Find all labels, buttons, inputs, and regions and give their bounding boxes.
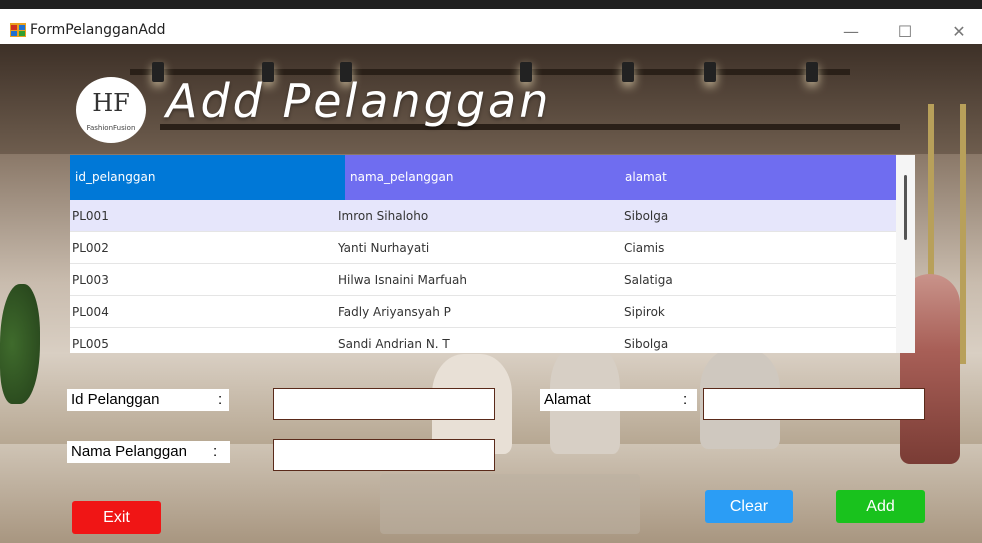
id-pelanggan-label: Id Pelanggan	[67, 389, 229, 411]
window-title: FormPelangganAdd	[30, 22, 166, 38]
nama-label-colon: :	[213, 443, 218, 460]
pelanggan-grid[interactable]: id_pelanggan nama_pelanggan alamat PL001…	[70, 155, 915, 353]
plant-icon	[0, 284, 40, 404]
grid-scrollbar[interactable]	[896, 155, 915, 353]
alamat-label-text: Alamat	[544, 391, 591, 408]
brand-logo: HF FashionFusion	[76, 77, 146, 143]
spotlight-icon	[806, 62, 818, 82]
cell-nama: Fadly Ariyansyah P	[338, 305, 451, 319]
spotlight-icon	[704, 62, 716, 82]
column-header-nama[interactable]: nama_pelanggan	[345, 155, 620, 200]
grid-header: id_pelanggan nama_pelanggan alamat	[70, 155, 896, 200]
column-header-id[interactable]: id_pelanggan	[70, 155, 345, 200]
background-rug	[380, 474, 640, 534]
id-pelanggan-input[interactable]	[273, 388, 495, 420]
cell-id: PL004	[72, 305, 109, 319]
cell-id: PL005	[72, 337, 109, 351]
close-button[interactable]: ✕	[936, 17, 982, 47]
cell-id: PL002	[72, 241, 109, 255]
nama-pelanggan-label: Nama Pelanggan	[67, 441, 230, 463]
cell-alamat: Sibolga	[624, 337, 669, 351]
cell-id: PL001	[72, 209, 109, 223]
exit-button[interactable]: Exit	[72, 501, 161, 534]
nama-pelanggan-input[interactable]	[273, 439, 495, 471]
maximize-button[interactable]: ☐	[882, 17, 928, 47]
scrollbar-thumb[interactable]	[904, 175, 907, 240]
alamat-label: Alamat	[540, 389, 697, 411]
cell-id: PL003	[72, 273, 109, 287]
spotlight-icon	[152, 62, 164, 82]
cell-alamat: Salatiga	[624, 273, 673, 287]
add-button[interactable]: Add	[836, 490, 925, 523]
table-row[interactable]: PL004 Fadly Ariyansyah P Sipirok	[70, 296, 896, 328]
minimize-button[interactable]: —	[828, 17, 874, 47]
form-window: FormPelangganAdd — ☐ ✕ HF FashionFusion …	[0, 0, 982, 543]
cell-nama: Sandi Andrian N. T	[338, 337, 450, 351]
cell-nama: Hilwa Isnaini Marfuah	[338, 273, 467, 287]
spotlight-icon	[622, 62, 634, 82]
table-row[interactable]: PL001 Imron Sihaloho Sibolga	[70, 200, 896, 232]
cell-nama: Yanti Nurhayati	[338, 241, 430, 255]
id-pelanggan-label-text: Id Pelanggan	[71, 391, 160, 408]
logo-mark: HF	[92, 89, 130, 117]
cell-nama: Imron Sihaloho	[338, 209, 429, 223]
cell-alamat: Ciamis	[624, 241, 665, 255]
alamat-label-colon: :	[683, 391, 688, 408]
page-title: Add Pelanggan	[166, 74, 552, 128]
id-label-colon: :	[218, 391, 223, 408]
cell-alamat: Sibolga	[624, 209, 669, 223]
table-row[interactable]: PL002 Yanti Nurhayati Ciamis	[70, 232, 896, 264]
nama-pelanggan-label-text: Nama Pelanggan	[71, 443, 187, 460]
cell-alamat: Sipirok	[624, 305, 665, 319]
app-icon	[10, 23, 26, 37]
logo-text: FashionFusion	[86, 124, 136, 132]
column-header-alamat[interactable]: alamat	[620, 155, 896, 200]
form-client-area: HF FashionFusion Add Pelanggan id_pelang…	[0, 44, 982, 543]
alamat-input[interactable]	[703, 388, 925, 420]
wall-column	[960, 104, 966, 364]
title-bar[interactable]: FormPelangganAdd — ☐ ✕	[0, 0, 982, 44]
table-row[interactable]: PL003 Hilwa Isnaini Marfuah Salatiga	[70, 264, 896, 296]
clear-button[interactable]: Clear	[705, 490, 793, 523]
table-row[interactable]: PL005 Sandi Andrian N. T Sibolga	[70, 328, 896, 353]
